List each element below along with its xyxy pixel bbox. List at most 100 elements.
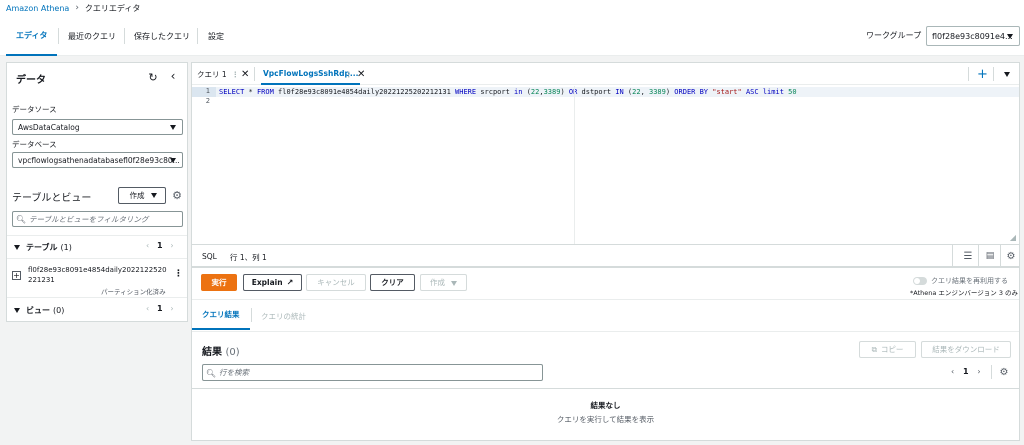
resize-handle-icon[interactable]: ◢ (1010, 233, 1016, 242)
datasource-select[interactable]: AwsDataCatalog (12, 119, 183, 135)
table-item[interactable]: fl0f28e93c8091e4854daily2022122520 22123… (28, 265, 167, 285)
caret-down-icon (1007, 34, 1013, 39)
code-token: 50 (788, 88, 797, 96)
more-options-icon[interactable]: ⋮ (345, 63, 353, 85)
gear-icon[interactable]: ⚙ (998, 366, 1010, 378)
workgroup-select[interactable]: fl0f28e93c8091e4... (926, 26, 1020, 46)
caret-down-icon (14, 244, 20, 250)
chevron-right-icon: › (75, 3, 79, 13)
query-tab-1[interactable]: クエリ 1 ⋮ (197, 63, 239, 85)
line-number: 2 (205, 97, 210, 105)
tab-query-results[interactable]: クエリ結果 (192, 300, 250, 330)
table-name-line1: fl0f28e93c8091e4854daily2022122520 (28, 266, 167, 274)
create-button-label: 作成 (129, 191, 145, 200)
code-token: ASC (745, 88, 759, 96)
code-token: limit (762, 88, 784, 96)
data-panel: データ ↻ ‹ データソース AwsDataCatalog データベース vpc… (6, 62, 188, 322)
cancel-button[interactable]: キャンセル (306, 274, 366, 291)
chevron-left-icon[interactable]: ‹ (146, 241, 149, 250)
clear-button[interactable]: クリア (370, 274, 415, 291)
divider (7, 297, 187, 298)
tab-recent-queries[interactable]: 最近のクエリ (68, 16, 116, 56)
explain-button[interactable]: Explain ↗ (243, 274, 302, 291)
chevron-right-icon[interactable]: › (170, 241, 173, 250)
create-button[interactable]: 作成 (118, 187, 166, 204)
divider (952, 245, 953, 267)
status-cursor-position: 行 1、列 1 (230, 253, 267, 262)
tables-views-title: テーブルとビュー (12, 193, 92, 204)
code-token: dstport (577, 88, 616, 96)
breadcrumb-athena-link[interactable]: Amazon Athena (6, 4, 69, 13)
empty-results-title: 結果なし (590, 401, 621, 410)
more-options-icon[interactable]: ⋮ (232, 70, 240, 79)
results-title: 結果 (0) (202, 343, 240, 358)
print-margin-line (574, 86, 575, 244)
search-icon: 🔍︎ (205, 368, 217, 378)
tab-divider (993, 67, 994, 81)
close-icon[interactable]: ✕ (357, 63, 365, 85)
tab-saved-queries[interactable]: 保存したクエリ (134, 16, 190, 56)
copy-button[interactable]: ⧉ コピー (859, 341, 916, 358)
results-title-label: 結果 (202, 347, 222, 358)
caret-down-icon (170, 125, 176, 130)
datasource-value: AwsDataCatalog (18, 122, 80, 132)
divider (192, 388, 1019, 389)
refresh-icon[interactable]: ↻ (147, 71, 159, 84)
code-token: * (244, 88, 257, 96)
divider (1000, 245, 1001, 267)
code-token: 3389 (543, 88, 561, 96)
close-icon[interactable]: ✕ (241, 63, 249, 85)
format-indent-icon[interactable]: ☰ (962, 250, 974, 262)
workgroup-value: fl0f28e93c8091e4... (932, 31, 1013, 41)
code-token: IN (615, 88, 624, 96)
run-button[interactable]: 実行 (201, 274, 237, 291)
tab-editor[interactable]: エディタ (6, 16, 58, 56)
create-dropdown-button[interactable]: 作成 (420, 274, 467, 291)
database-select[interactable]: vpcflowlogsathenadatabasefl0f28e93c80... (12, 152, 183, 168)
chevron-left-icon[interactable]: ‹ (951, 367, 954, 376)
row-search-placeholder: 行を検索 (219, 368, 249, 377)
results-page-number[interactable]: 1 (963, 367, 969, 376)
tab-query-stats[interactable]: クエリの統計 (261, 311, 306, 322)
gear-icon[interactable]: ⚙ (171, 189, 183, 202)
more-options-icon[interactable]: ⋮ (174, 269, 183, 279)
breadcrumb-current: クエリエディタ (84, 3, 141, 13)
row-search-input[interactable]: 行を検索 (202, 364, 543, 381)
tables-page-number[interactable]: 1 (157, 241, 163, 250)
chevron-right-icon[interactable]: › (977, 367, 980, 376)
tab-divider (58, 28, 59, 44)
tables-count: (1) (60, 242, 72, 252)
code-token: ( (522, 88, 531, 96)
chevron-right-icon[interactable]: › (170, 304, 173, 313)
breadcrumb: Amazon Athena › クエリエディタ (0, 0, 1024, 16)
results-pagination: ‹ 1 › (951, 367, 981, 376)
query-actions-and-results: 実行 Explain ↗ キャンセル クリア 作成 クエリ結果を再利用する *A… (191, 267, 1020, 441)
gear-icon[interactable]: ⚙ (1005, 250, 1017, 262)
caret-down-icon (170, 158, 176, 163)
explain-button-label: Explain (251, 278, 283, 287)
reuse-results-note: *Athena エンジンバージョン 3 のみ (910, 289, 1019, 297)
collapse-panel-icon[interactable]: ‹ (167, 69, 179, 83)
caret-down-icon[interactable] (1004, 72, 1010, 77)
copy-button-label: コピー (880, 345, 904, 354)
reuse-results-toggle[interactable] (913, 277, 927, 285)
add-query-tab-icon[interactable]: + (977, 63, 988, 85)
tab-divider (968, 67, 969, 81)
tables-section-label: テーブル (26, 242, 58, 252)
query-tab-1-label: クエリ 1 (197, 69, 227, 79)
workgroup-label: ワークグループ (866, 31, 922, 40)
results-count: (0) (225, 347, 240, 358)
keyboard-icon[interactable]: ▤ (984, 250, 996, 262)
sql-code-line[interactable]: SELECT * FROM fl0f28e93c8091e4854daily20… (216, 87, 1019, 97)
views-page-number[interactable]: 1 (157, 304, 163, 313)
table-filter-input[interactable]: テーブルとビューをフィルタリング (12, 211, 183, 227)
editor-status-bar: SQL 行 1、列 1 ☰ ▤ ⚙ (191, 245, 1020, 267)
data-panel-title: データ (16, 75, 46, 86)
expand-plus-icon[interactable]: + (12, 271, 21, 280)
download-results-button[interactable]: 結果をダウンロード (921, 341, 1011, 358)
chevron-left-icon[interactable]: ‹ (146, 304, 149, 313)
copy-icon: ⧉ (871, 344, 877, 354)
tab-settings[interactable]: 設定 (208, 16, 224, 56)
tab-divider (254, 67, 255, 81)
empty-results-subtitle: クエリを実行して結果を表示 (556, 415, 655, 424)
